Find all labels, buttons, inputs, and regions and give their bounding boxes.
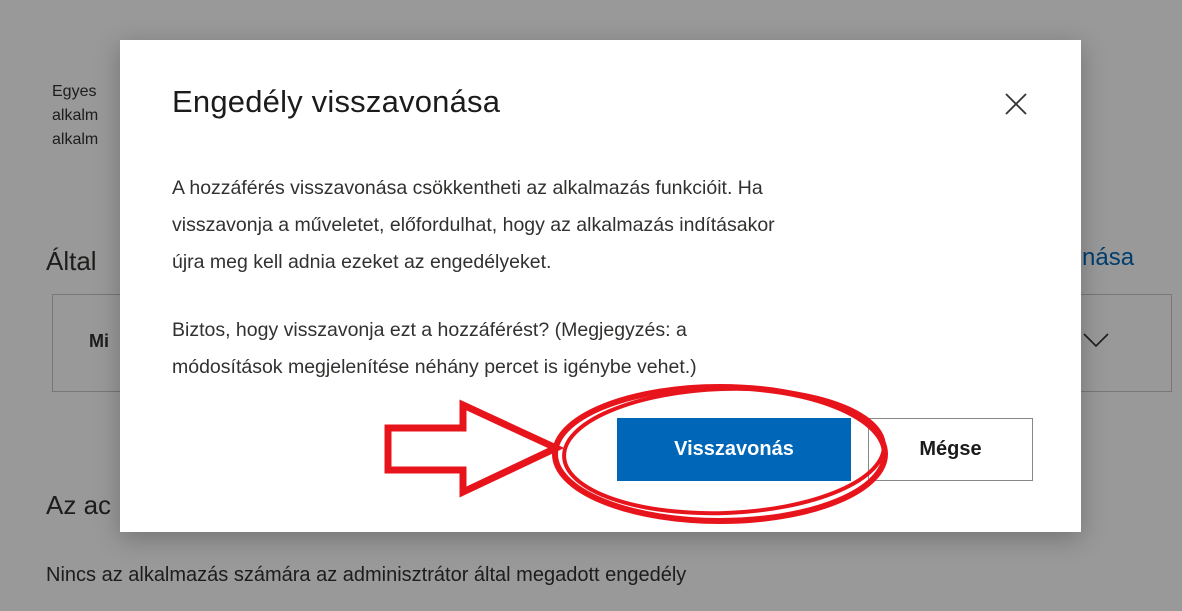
dialog-title: Engedély visszavonása (172, 84, 501, 119)
dialog-warning-line: újra meg kell adnia ezeket az engedélyek… (172, 251, 552, 273)
revoke-button[interactable]: Visszavonás (617, 418, 851, 481)
dialog-confirm-line: módosítások megjelenítése néhány percet … (172, 356, 697, 378)
dialog-confirm-line: Biztos, hogy visszavonja ezt a hozzáféré… (172, 319, 687, 341)
dialog-warning-line: A hozzáférés visszavonása csökkentheti a… (172, 177, 763, 199)
dialog-warning-text: A hozzáférés visszavonása csökkentheti a… (172, 170, 1032, 281)
cancel-button[interactable]: Mégse (868, 418, 1033, 481)
dialog-warning-line: visszavonja a műveletet, előfordulhat, h… (172, 214, 775, 236)
revoke-permission-dialog: Engedély visszavonása A hozzáférés vissz… (120, 40, 1081, 532)
dialog-confirm-text: Biztos, hogy visszavonja ezt a hozzáféré… (172, 312, 1032, 386)
close-icon[interactable] (1000, 88, 1032, 120)
